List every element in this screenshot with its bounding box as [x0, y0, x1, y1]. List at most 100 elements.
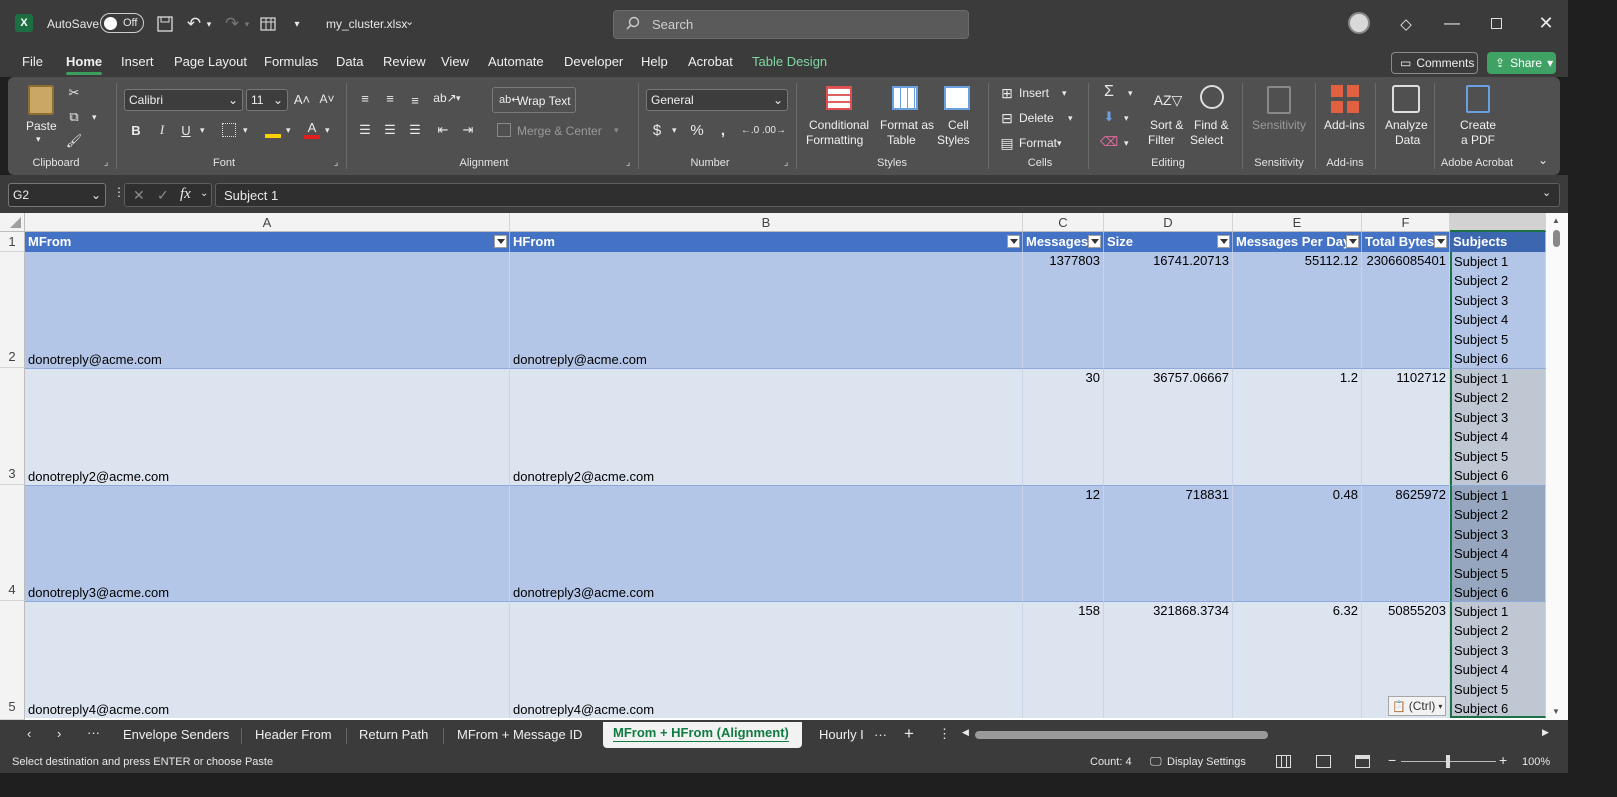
page-break-view-icon[interactable] — [1355, 755, 1370, 768]
find-select-label-2[interactable]: Select — [1190, 133, 1223, 147]
fill-dropdown-icon[interactable]: ▾ — [1124, 113, 1129, 124]
cell-a3[interactable]: donotreply2@acme.com — [25, 368, 510, 485]
sort-filter-label[interactable]: Sort & — [1150, 118, 1183, 132]
sensitivity-button[interactable]: Sensitivity — [1252, 118, 1306, 132]
sort-filter-label-2[interactable]: Filter — [1148, 133, 1175, 147]
redo-icon[interactable]: ↷ — [222, 14, 242, 34]
number-launcher-icon[interactable]: ⌟ — [784, 157, 788, 168]
paste-dropdown-icon[interactable]: ▾ — [36, 134, 41, 145]
more-tabs-icon[interactable]: ··· — [87, 725, 100, 740]
cell-e5[interactable]: 6.32 — [1233, 601, 1362, 718]
select-all-corner[interactable] — [0, 213, 25, 232]
tab-data[interactable]: Data — [336, 54, 363, 69]
borders-icon[interactable] — [222, 123, 236, 137]
decrease-decimal-icon[interactable]: .00→ — [762, 121, 786, 139]
bold-icon[interactable]: B — [129, 121, 143, 139]
scroll-thumb[interactable] — [1553, 230, 1560, 247]
save-icon[interactable] — [155, 14, 175, 34]
tab-developer[interactable]: Developer — [564, 54, 623, 69]
paste-icon[interactable] — [28, 85, 54, 115]
header-cell-mfrom[interactable]: MFrom — [25, 232, 510, 252]
column-header-b[interactable]: B — [510, 213, 1023, 232]
zoom-out-icon[interactable]: − — [1388, 752, 1396, 768]
cell-e2[interactable]: 55112.12 — [1233, 252, 1362, 368]
find-select-icon[interactable] — [1200, 85, 1224, 109]
column-header-e[interactable]: E — [1233, 213, 1362, 232]
undo-dropdown-icon[interactable]: ▾ — [204, 14, 214, 34]
tab-automate[interactable]: Automate — [488, 54, 544, 69]
number-format-select[interactable]: General ⌄ — [646, 89, 788, 111]
tab-home[interactable]: Home — [66, 54, 103, 75]
autosave-toggle[interactable]: Off — [100, 13, 144, 33]
autosum-icon[interactable]: Σ — [1100, 83, 1118, 101]
increase-font-icon[interactable]: A˄ — [293, 89, 311, 109]
conditional-formatting-label[interactable]: Conditional — [809, 118, 869, 132]
customize-toolbar-icon[interactable]: ▾ — [290, 14, 304, 34]
filter-dropdown-icon[interactable] — [1217, 235, 1230, 248]
insert-cells-icon[interactable]: ⊞ — [998, 84, 1016, 102]
fill-dropdown-icon[interactable]: ▾ — [286, 125, 291, 136]
scroll-tabs-right-icon[interactable]: › — [57, 726, 61, 741]
row-header-2[interactable]: 2 — [0, 252, 25, 368]
copy-icon[interactable]: ⧉ — [66, 109, 82, 125]
analyze-data-label-2[interactable]: Data — [1395, 133, 1420, 147]
comma-style-icon[interactable]: , — [716, 121, 730, 139]
scroll-up-icon[interactable]: ▲ — [1552, 216, 1560, 225]
percent-icon[interactable]: % — [688, 121, 706, 139]
tab-file[interactable]: File — [22, 54, 43, 69]
orientation-icon[interactable]: ab↗ — [433, 89, 456, 107]
column-header-g[interactable] — [1450, 213, 1546, 232]
increase-decimal-icon[interactable]: ←.0 — [740, 121, 760, 139]
vertical-scrollbar[interactable]: ▲ ▼ — [1546, 213, 1568, 720]
header-cell-hfrom[interactable]: HFrom — [510, 232, 1023, 252]
create-pdf-label[interactable]: Create — [1460, 118, 1496, 132]
cell-f2[interactable]: 23066085401 — [1362, 252, 1450, 368]
decrease-indent-icon[interactable]: ⇤ — [434, 121, 452, 139]
sort-filter-icon[interactable]: AZ▽ — [1153, 86, 1183, 114]
delete-cells-icon[interactable]: ⊟ — [998, 109, 1016, 127]
formula-input[interactable]: Subject 1 — [215, 183, 1560, 207]
delete-cells-button[interactable]: Delete — [1019, 111, 1054, 125]
borders-dropdown-icon[interactable]: ▾ — [243, 125, 248, 136]
sheet-tab-return-path[interactable]: Return Path — [359, 727, 428, 742]
format-as-table-label[interactable]: Format as — [880, 118, 934, 132]
filename-chevron-icon[interactable]: ⌄ — [405, 15, 414, 28]
zoom-in-icon[interactable]: + — [1499, 752, 1507, 768]
sensitivity-icon[interactable] — [1267, 86, 1291, 114]
table-icon[interactable] — [258, 14, 278, 34]
filter-dropdown-icon[interactable] — [1088, 235, 1101, 248]
column-header-f[interactable]: F — [1362, 213, 1450, 232]
italic-icon[interactable]: I — [155, 121, 169, 139]
merge-center-button[interactable]: Merge & Center — [517, 124, 602, 138]
cell-b5[interactable]: donotreply4@acme.com — [510, 601, 1023, 718]
row-header-5[interactable]: 5 — [0, 601, 25, 720]
analyze-data-label[interactable]: Analyze — [1385, 118, 1428, 132]
font-name-select[interactable]: Calibri ⌄ — [124, 89, 243, 111]
hscroll-right-icon[interactable]: ▶ — [1542, 727, 1549, 738]
clear-icon[interactable]: ⌫ — [1100, 133, 1118, 151]
share-button[interactable]: ⇪ Share ▾ — [1487, 52, 1556, 74]
more-sheets-icon[interactable]: ··· — [874, 727, 887, 742]
hscroll-left-icon[interactable]: ◀ — [962, 727, 969, 738]
tab-insert[interactable]: Insert — [121, 54, 154, 69]
tab-acrobat[interactable]: Acrobat — [688, 54, 733, 69]
cancel-icon[interactable]: ✕ — [133, 187, 145, 204]
add-sheet-icon[interactable]: + — [904, 724, 914, 744]
paste-options-button[interactable]: 📋 (Ctrl) ▾ — [1388, 696, 1446, 716]
cell-styles-label[interactable]: Cell — [948, 118, 969, 132]
cell-g2[interactable]: Subject 1 Subject 2 Subject 3 Subject 4 Subj… — [1450, 252, 1546, 368]
clear-dropdown-icon[interactable]: ▾ — [1124, 138, 1129, 149]
insert-cells-button[interactable]: Insert — [1019, 86, 1049, 100]
currency-icon[interactable]: $ — [650, 121, 664, 139]
cell-c4[interactable]: 12 — [1023, 485, 1104, 601]
filter-dropdown-icon[interactable] — [1346, 235, 1359, 248]
delete-dropdown-icon[interactable]: ▾ — [1068, 113, 1073, 124]
format-as-table-icon[interactable] — [892, 86, 918, 110]
maximize-icon[interactable] — [1491, 18, 1502, 29]
cell-a5[interactable]: donotreply4@acme.com — [25, 601, 510, 718]
increase-indent-icon[interactable]: ⇥ — [459, 121, 477, 139]
close-icon[interactable]: ✕ — [1535, 12, 1557, 34]
cell-a2[interactable]: donotreply@acme.com — [25, 252, 510, 368]
find-select-label[interactable]: Find & — [1194, 118, 1229, 132]
tab-options-icon[interactable]: ⋮ — [938, 726, 951, 742]
